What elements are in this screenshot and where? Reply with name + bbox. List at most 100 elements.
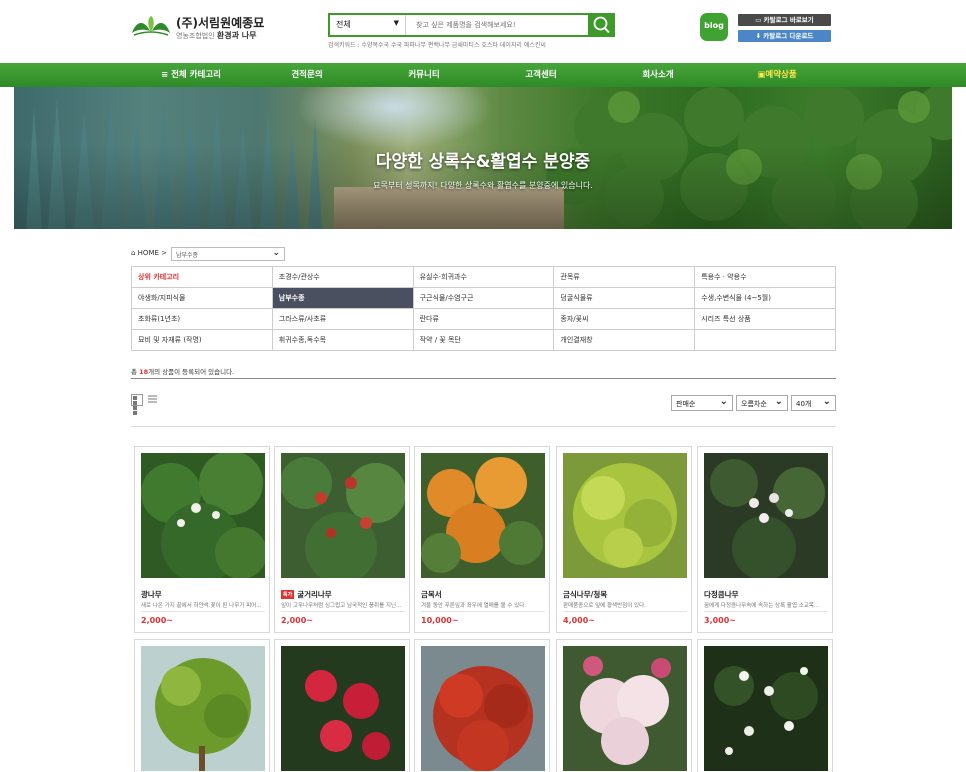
category-cell[interactable]: 작약 / 꽃 목단 bbox=[412, 329, 555, 351]
product-image[interactable] bbox=[281, 646, 405, 771]
home-icon: ⌂ bbox=[131, 249, 138, 257]
nav-company[interactable]: 회사소개 bbox=[642, 63, 673, 87]
catalog-view-label: 카탈로그 바로보기 bbox=[763, 16, 814, 24]
search-button[interactable] bbox=[588, 13, 615, 37]
sort-order-select[interactable]: 판매순 ⌄ bbox=[671, 395, 733, 411]
category-cell[interactable]: 묘비 및 자재류 (작명) bbox=[131, 329, 273, 351]
category-cell[interactable]: 초화류(1년초) bbox=[131, 308, 273, 330]
product-name[interactable]: 특가 굴거리나무 bbox=[281, 589, 332, 600]
site-logo[interactable]: (주)서림원예종묘 영농조합법인 환경과 나무 bbox=[130, 12, 320, 42]
search-bar: 전체 ▼ bbox=[328, 13, 615, 37]
product-image[interactable] bbox=[563, 646, 687, 771]
product-image[interactable] bbox=[704, 646, 828, 771]
catalog-download-label: 카탈로그 다운로드 bbox=[763, 32, 814, 40]
count-prefix: 총 bbox=[131, 368, 137, 376]
chevron-down-icon: ⌄ bbox=[822, 396, 831, 407]
product-name[interactable]: 다정큼나무 bbox=[704, 589, 739, 600]
nav-customer-center[interactable]: 고객센터 bbox=[525, 63, 556, 87]
hero-banner[interactable]: 다양한 상록수&활엽수 분양중 묘목부터 성목까지! 다양한 상록수와 활엽수를… bbox=[14, 87, 952, 229]
category-cell[interactable]: 유실수·희귀과수 bbox=[412, 266, 555, 288]
product-price: 4,000~ bbox=[563, 616, 596, 625]
divider bbox=[131, 378, 836, 379]
product-card[interactable]: 다정큼나무 꿈에게 다정큼나무속에 속하는 상록 활엽 소교목... 3,000… bbox=[697, 446, 833, 633]
product-photo-icon bbox=[281, 453, 405, 578]
product-name[interactable]: 금목서 bbox=[421, 589, 442, 600]
product-image[interactable] bbox=[704, 453, 828, 578]
category-cell[interactable]: 개인결재창 bbox=[553, 329, 696, 351]
product-desc: 겨울 동안 푸른잎과 좌우에 열매를 볼 수 있다. bbox=[421, 603, 527, 609]
breadcrumb-home[interactable]: ⌂ HOME > bbox=[131, 249, 167, 257]
product-desc: 잎이 고무나무처럼 싱그럽고 남국적인 풍취를 지닌... bbox=[281, 603, 402, 609]
product-photo-icon bbox=[421, 646, 545, 771]
slider-dots bbox=[470, 218, 498, 229]
nav-reservation[interactable]: ▣예약상품 bbox=[757, 63, 796, 87]
category-cell[interactable]: 수생,수변식물 (4~5월) bbox=[694, 287, 836, 309]
product-image[interactable] bbox=[563, 453, 687, 578]
nav-quote[interactable]: 견적문의 bbox=[291, 63, 322, 87]
product-desc: 꿈에게 다정큼나무속에 속하는 상록 활엽 소교목... bbox=[704, 603, 820, 609]
brand-name: (주)서림원예종묘 bbox=[176, 16, 265, 30]
catalog-view-button[interactable]: ▭ 카탈로그 바로보기 bbox=[738, 14, 831, 26]
divider bbox=[704, 611, 828, 612]
product-card[interactable]: 금목서 겨울 동안 푸른잎과 좌우에 열매를 볼 수 있다. 10,000~ bbox=[414, 446, 550, 633]
product-image[interactable] bbox=[141, 453, 265, 578]
search-category-select[interactable]: 전체 ▼ bbox=[330, 15, 406, 35]
category-cell[interactable]: 덩굴식물류 bbox=[553, 287, 696, 309]
search-category-value: 전체 bbox=[336, 20, 351, 29]
product-name[interactable]: 금식나무/청목 bbox=[563, 589, 607, 600]
product-price: 3,000~ bbox=[704, 616, 737, 625]
product-image[interactable] bbox=[141, 646, 265, 771]
list-view-icon[interactable] bbox=[148, 395, 157, 405]
sort-direction-select[interactable]: 오름차순 ⌄ bbox=[736, 395, 788, 411]
product-photo-icon bbox=[563, 453, 687, 578]
caret-down-icon: ▼ bbox=[393, 19, 399, 27]
breadcrumb-current: 남부수종 bbox=[176, 252, 199, 259]
category-cell[interactable]: 야생화/지피식물 bbox=[131, 287, 273, 309]
grid-view-icon[interactable] bbox=[131, 394, 143, 415]
category-cell[interactable]: 란다류 bbox=[412, 308, 555, 330]
brand-sub-main: 환경과 나무 bbox=[216, 31, 257, 40]
blog-button[interactable]: blog bbox=[700, 13, 728, 41]
product-image[interactable] bbox=[421, 453, 545, 578]
category-cell[interactable]: 구근식물/수염구근 bbox=[412, 287, 555, 309]
product-card[interactable]: 광나무 새로 나온 가지 끝에서 하얀색 꽃이 핀 나무가 피어... 2,00… bbox=[134, 446, 270, 633]
product-card[interactable]: 특가 굴거리나무 잎이 고무나무처럼 싱그럽고 남국적인 풍취를 지닌... 2,… bbox=[274, 446, 410, 633]
product-name[interactable]: 광나무 bbox=[141, 589, 162, 600]
product-card[interactable] bbox=[697, 639, 833, 772]
product-card[interactable]: 금식나무/청목 판매품종으로 잎에 황색반점이 있다. 4,000~ bbox=[556, 446, 692, 633]
category-cell-empty bbox=[694, 329, 836, 351]
product-card[interactable] bbox=[556, 639, 692, 772]
category-cell[interactable]: 그라스류/사초류 bbox=[271, 308, 414, 330]
product-card[interactable] bbox=[134, 639, 270, 772]
product-image[interactable] bbox=[421, 646, 545, 771]
search-icon bbox=[593, 16, 610, 34]
nav-all-categories[interactable]: ≡ 전체 카테고리 bbox=[161, 63, 221, 87]
nav-label: 견적문의 bbox=[291, 70, 323, 80]
brand-sub-prefix: 영농조합법인 bbox=[176, 32, 215, 40]
category-cell[interactable]: 종자/꽃씨 bbox=[553, 308, 696, 330]
chevron-down-icon: ⌄ bbox=[272, 248, 280, 258]
nav-community[interactable]: 커뮤니티 bbox=[408, 63, 439, 87]
category-cell[interactable]: 조경수/관상수 bbox=[271, 266, 414, 288]
per-page-select[interactable]: 40개 ⌄ bbox=[791, 395, 836, 411]
breadcrumb-category-select[interactable]: 남부수종 ⌄ bbox=[171, 247, 285, 261]
product-photo-icon bbox=[563, 646, 687, 771]
product-card[interactable] bbox=[274, 639, 410, 772]
count-suffix: 개의 상품이 등록되어 있습니다. bbox=[148, 368, 235, 376]
search-input[interactable] bbox=[408, 15, 586, 35]
sort-direction-value: 오름차순 bbox=[741, 400, 767, 408]
product-card[interactable] bbox=[414, 639, 550, 772]
product-image[interactable] bbox=[281, 453, 405, 578]
category-cell[interactable]: 관목류 bbox=[553, 266, 696, 288]
category-cell[interactable]: 휘귀수종,독수목 bbox=[271, 329, 414, 351]
divider bbox=[563, 611, 687, 612]
catalog-download-button[interactable]: ⬇ 카탈로그 다운로드 bbox=[738, 30, 831, 42]
calendar-icon: ▣ bbox=[757, 70, 766, 80]
category-cell-selected[interactable]: 남부수종 bbox=[271, 287, 414, 309]
category-cell[interactable]: 상위 카테고리 bbox=[131, 266, 273, 288]
category-cell[interactable]: 특용수 · 약용수 bbox=[694, 266, 836, 288]
blog-label: blog bbox=[704, 21, 724, 30]
count-number: 18 bbox=[139, 368, 149, 376]
category-cell[interactable]: 시리즈 특선 상품 bbox=[694, 308, 836, 330]
sort-order-value: 판매순 bbox=[676, 400, 696, 408]
